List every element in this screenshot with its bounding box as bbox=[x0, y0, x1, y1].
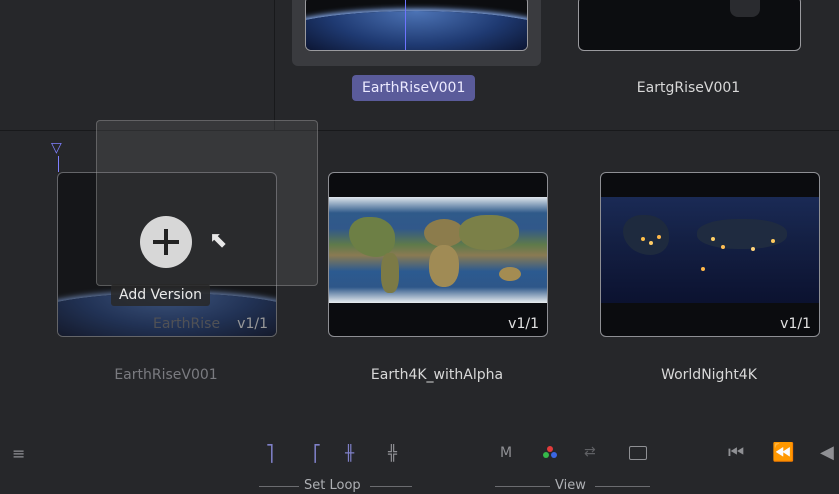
add-version-tooltip: Add Version bbox=[111, 284, 211, 306]
menu-icon[interactable]: ≡ bbox=[12, 444, 25, 463]
rewind-icon[interactable]: ⏪ bbox=[772, 442, 794, 463]
go-to-start-icon[interactable]: ⏮ bbox=[728, 442, 744, 463]
left-pane bbox=[0, 0, 275, 130]
version-label: v1/1 bbox=[237, 316, 268, 332]
clip-thumbnail-earth4k[interactable]: v1/1 bbox=[328, 172, 548, 337]
version-label: v1/1 bbox=[508, 316, 539, 332]
clip-name[interactable]: Earth4K_withAlpha bbox=[328, 367, 546, 383]
view-label: View bbox=[555, 478, 586, 493]
clear-loop-icon[interactable]: ╬ bbox=[388, 444, 397, 462]
set-loop-rule-left bbox=[259, 486, 299, 487]
mono-view-button[interactable]: M bbox=[500, 445, 512, 461]
clip-name-selected[interactable]: EarthRiseV001 bbox=[352, 75, 476, 101]
set-loop-range-icon[interactable]: ╫ bbox=[345, 444, 354, 462]
set-loop-label: Set Loop bbox=[304, 478, 361, 493]
clip-thumbnail-earthrise-top[interactable] bbox=[305, 0, 528, 51]
color-channels-icon[interactable] bbox=[543, 446, 557, 460]
clip-name[interactable]: EarthRiseV001 bbox=[57, 367, 275, 383]
loop-marker-icon[interactable]: ▽ bbox=[51, 140, 62, 156]
add-version-plus-icon[interactable] bbox=[140, 216, 192, 268]
view-rule-left bbox=[495, 486, 550, 487]
mouse-cursor-icon: ⬉ bbox=[209, 228, 228, 253]
play-reverse-icon[interactable]: ◀ bbox=[820, 442, 834, 463]
version-label: v1/1 bbox=[780, 316, 811, 332]
drag-ghost bbox=[96, 120, 318, 286]
set-loop-out-icon[interactable]: ⎡ bbox=[313, 444, 321, 463]
loop-marker-line bbox=[58, 156, 59, 172]
ghost-label: EarthRise bbox=[153, 316, 221, 332]
clip-name[interactable]: WorldNight4K bbox=[600, 367, 818, 383]
set-loop-in-icon[interactable]: ⎤ bbox=[266, 444, 274, 463]
clip-thumbnail-worldnight[interactable]: v1/1 bbox=[600, 172, 820, 337]
playhead-line bbox=[405, 0, 406, 50]
monitor-icon[interactable] bbox=[629, 446, 647, 460]
set-loop-rule-right bbox=[370, 486, 412, 487]
compare-icon[interactable]: ⇄ bbox=[584, 444, 596, 460]
clip-thumbnail-eartgrise-top[interactable] bbox=[578, 0, 801, 51]
clip-name[interactable]: EartgRiseV001 bbox=[578, 80, 799, 96]
view-rule-right bbox=[595, 486, 650, 487]
